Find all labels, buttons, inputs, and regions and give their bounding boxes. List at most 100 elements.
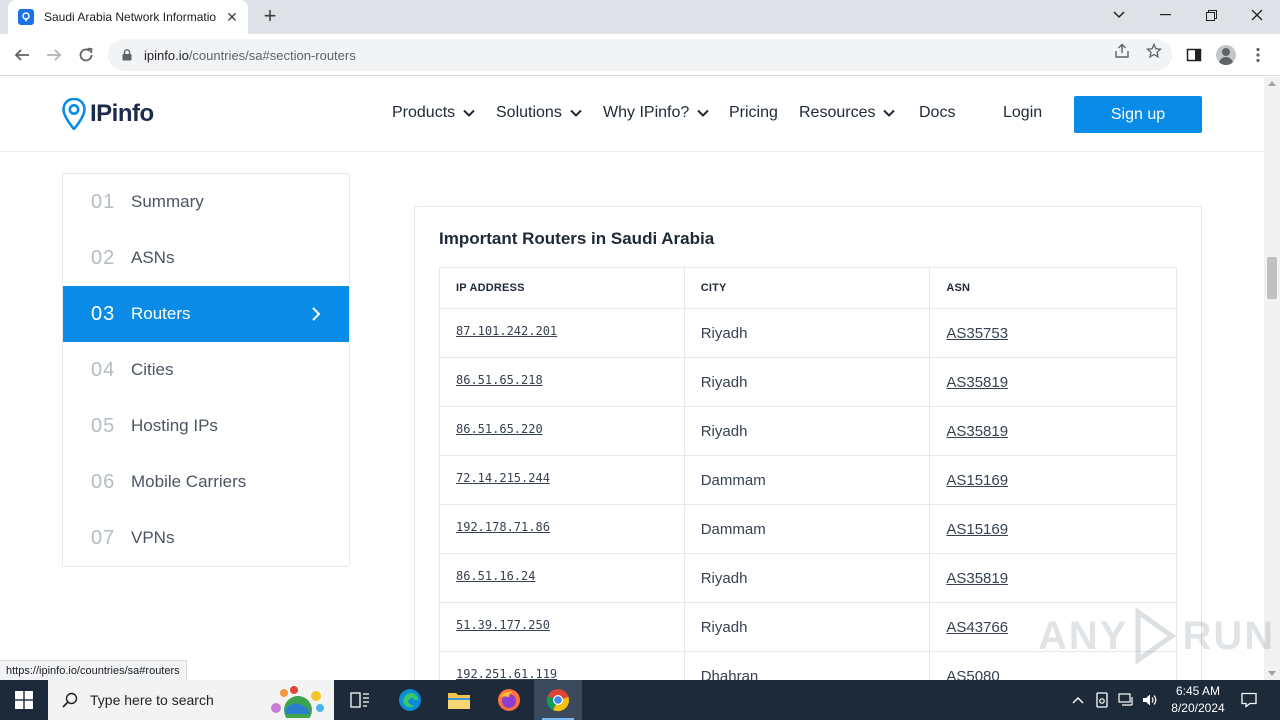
search-highlight-globe-icon — [271, 686, 324, 718]
task-view-icon[interactable] — [336, 680, 384, 720]
location-pin-icon — [62, 98, 86, 130]
scroll-up-arrow-icon[interactable] — [1268, 81, 1276, 86]
ip-address-link[interactable]: 72.14.215.244 — [439, 455, 685, 505]
table-row: 86.51.65.218 Riyadh AS35819 — [439, 357, 1177, 407]
windows-start-icon[interactable] — [0, 680, 48, 720]
table-row: 86.51.65.220 Riyadh AS35819 — [439, 406, 1177, 456]
lock-icon[interactable] — [120, 48, 134, 62]
sidebar-item-mobile-carriers[interactable]: 06 Mobile Carriers — [63, 454, 349, 510]
ip-address-link[interactable]: 86.51.65.218 — [439, 357, 685, 407]
taskbar-search-box[interactable]: Type here to search — [48, 680, 334, 720]
sidebar-item-number: 07 — [91, 526, 116, 549]
windows-taskbar: Type here to search 6:45 AM 8/20/2024 — [0, 680, 1280, 720]
chevron-down-icon — [697, 109, 709, 117]
nav-why-label: Why IPinfo? — [603, 104, 690, 121]
sidebar-item-label: ASNs — [131, 248, 175, 267]
edge-browser-icon[interactable] — [386, 680, 434, 720]
forward-arrow-icon[interactable] — [42, 43, 66, 67]
clock-time: 6:45 AM — [1175, 684, 1221, 698]
side-panel-icon[interactable] — [1182, 43, 1206, 67]
city-cell: Riyadh — [683, 553, 931, 603]
anyrun-watermark: ANY RUN — [1038, 608, 1275, 664]
ipinfo-logo[interactable]: IPinfo — [62, 98, 154, 130]
restore-icon[interactable] — [1188, 0, 1234, 30]
back-arrow-icon[interactable] — [10, 43, 34, 67]
sidebar-item-number: 02 — [91, 246, 116, 269]
section-sidebar: 01 Summary 02 ASNs 03 Routers 04 Cities … — [62, 173, 350, 567]
sidebar-item-label: Routers — [131, 304, 191, 323]
sidebar-item-summary[interactable]: 01 Summary — [63, 174, 349, 230]
tab-search-icon[interactable] — [1096, 0, 1142, 30]
nav-solutions[interactable]: Solutions — [496, 104, 582, 122]
city-cell: Riyadh — [683, 602, 931, 652]
minimize-icon[interactable] — [1142, 0, 1188, 30]
table-row: 86.51.16.24 Riyadh AS35819 — [439, 553, 1177, 603]
ipinfo-favicon-icon — [18, 9, 34, 25]
asn-link[interactable]: AS35753 — [929, 308, 1177, 358]
asn-link[interactable]: AS35819 — [929, 357, 1177, 407]
tab-strip: Saudi Arabia Network Information ✕ + — [0, 0, 1280, 34]
city-cell: Dhahran — [683, 651, 931, 680]
profile-avatar-icon[interactable] — [1214, 43, 1238, 67]
routers-title: Important Routers in Saudi Arabia — [439, 229, 715, 248]
nav-docs[interactable]: Docs — [919, 104, 955, 122]
nav-products[interactable]: Products — [392, 104, 475, 122]
ip-address-link[interactable]: 87.101.242.201 — [439, 308, 685, 358]
city-cell: Dammam — [683, 455, 931, 505]
city-cell: Riyadh — [683, 406, 931, 456]
menu-kebab-icon[interactable] — [1246, 43, 1270, 67]
table-row: 72.14.215.244 Dammam AS15169 — [439, 455, 1177, 505]
device-icon[interactable] — [1094, 692, 1110, 708]
column-header-ip: IP ADDRESS — [439, 267, 685, 309]
ip-address-link[interactable]: 86.51.16.24 — [439, 553, 685, 603]
nav-resources[interactable]: Resources — [799, 104, 896, 122]
table-row: 192.178.71.86 Dammam AS15169 — [439, 504, 1177, 554]
sidebar-item-cities[interactable]: 04 Cities — [63, 342, 349, 398]
login-link[interactable]: Login — [1003, 104, 1042, 122]
sidebar-item-label: Hosting IPs — [131, 416, 218, 435]
file-explorer-icon[interactable] — [435, 680, 483, 720]
signup-button[interactable]: Sign up — [1074, 96, 1202, 133]
browser-tab[interactable]: Saudi Arabia Network Information ✕ — [8, 0, 248, 34]
address-bar[interactable]: ipinfo.io/countries/sa#section-routers — [108, 39, 1172, 71]
close-window-icon[interactable] — [1234, 0, 1280, 30]
scrollbar-thumb[interactable] — [1267, 257, 1277, 299]
new-tab-button[interactable]: + — [258, 5, 282, 29]
sidebar-item-asns[interactable]: 02 ASNs — [63, 230, 349, 286]
tab-close-icon[interactable]: ✕ — [224, 9, 240, 25]
asn-link[interactable]: AS15169 — [929, 455, 1177, 505]
sidebar-item-hosting-ips[interactable]: 05 Hosting IPs — [63, 398, 349, 454]
sidebar-item-number: 03 — [91, 302, 116, 325]
asn-link[interactable]: AS15169 — [929, 504, 1177, 554]
ip-address-link[interactable]: 192.251.61.119 — [439, 651, 685, 680]
ip-address-link[interactable]: 86.51.65.220 — [439, 406, 685, 456]
watermark-right-text: RUN — [1182, 613, 1276, 658]
nav-pricing[interactable]: Pricing — [729, 104, 778, 122]
sidebar-item-vpns[interactable]: 07 VPNs — [63, 510, 349, 566]
sidebar-item-number: 06 — [91, 470, 116, 493]
share-icon[interactable] — [1113, 42, 1131, 60]
sidebar-item-routers[interactable]: 03 Routers — [63, 286, 349, 342]
ip-address-link[interactable]: 192.178.71.86 — [439, 504, 685, 554]
page-scrollbar[interactable] — [1264, 77, 1280, 680]
reload-icon[interactable] — [74, 43, 98, 67]
taskbar-clock[interactable]: 6:45 AM 8/20/2024 — [1160, 683, 1236, 717]
network-icon[interactable] — [1118, 692, 1134, 708]
scroll-down-arrow-icon[interactable] — [1268, 671, 1276, 676]
nav-why-ipinfo[interactable]: Why IPinfo? — [603, 104, 709, 122]
asn-link[interactable]: AS35819 — [929, 553, 1177, 603]
asn-link[interactable]: AS35819 — [929, 406, 1177, 456]
nav-resources-label: Resources — [799, 104, 876, 121]
volume-icon[interactable] — [1142, 692, 1158, 708]
sidebar-item-label: VPNs — [131, 528, 175, 547]
logo-text: IPinfo — [90, 100, 154, 127]
bookmark-star-icon[interactable] — [1145, 42, 1163, 60]
notification-center-icon[interactable] — [1240, 692, 1258, 708]
tray-overflow-chevron-icon[interactable] — [1070, 692, 1086, 708]
ip-address-link[interactable]: 51.39.177.250 — [439, 602, 685, 652]
search-icon — [62, 692, 78, 708]
nav-solutions-label: Solutions — [496, 104, 562, 121]
chrome-icon[interactable] — [534, 680, 582, 720]
firefox-icon[interactable] — [485, 680, 533, 720]
search-placeholder: Type here to search — [90, 692, 214, 708]
